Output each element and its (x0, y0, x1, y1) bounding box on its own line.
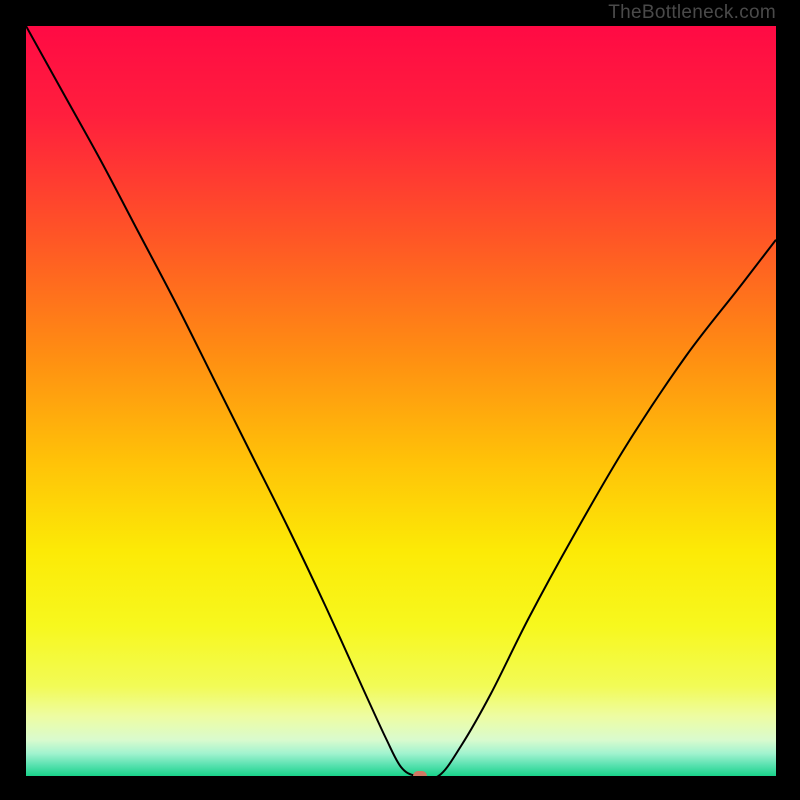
chart-frame: TheBottleneck.com (0, 0, 800, 800)
bottleneck-curve (26, 26, 776, 776)
watermark-text: TheBottleneck.com (608, 2, 776, 24)
plot-area (26, 26, 776, 776)
optimum-marker (413, 771, 427, 776)
